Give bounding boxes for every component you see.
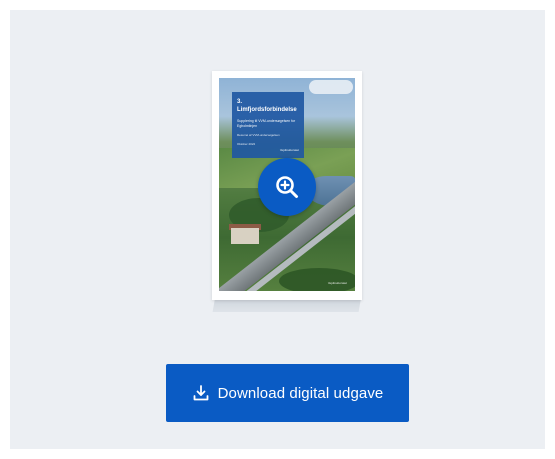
cover-footer-mark: Vejdirektoratet: [327, 281, 347, 285]
download-button[interactable]: Download digital udgave: [166, 364, 409, 422]
cover-subtitle: Supplering til VVM-undersøgelsen for Egh…: [237, 119, 296, 128]
trees-shape-2: [279, 268, 355, 291]
zoom-in-icon: [274, 174, 300, 200]
zoom-button[interactable]: [258, 158, 316, 216]
download-icon: [192, 384, 210, 402]
cover-title-box: 3. Limfjordsforbindelse Supplering til V…: [232, 92, 304, 158]
cover-date: Oktober 2022: [237, 142, 256, 146]
cover-brand: Vejdirektoratet: [279, 148, 299, 152]
cloud-shape: [309, 80, 353, 94]
cover-title: 3. Limfjordsforbindelse: [237, 99, 297, 113]
download-button-label: Download digital udgave: [217, 384, 384, 402]
cover-line3: Resumé af VVM-undersøgelsen: [237, 133, 280, 137]
farm-shape: [231, 228, 259, 244]
